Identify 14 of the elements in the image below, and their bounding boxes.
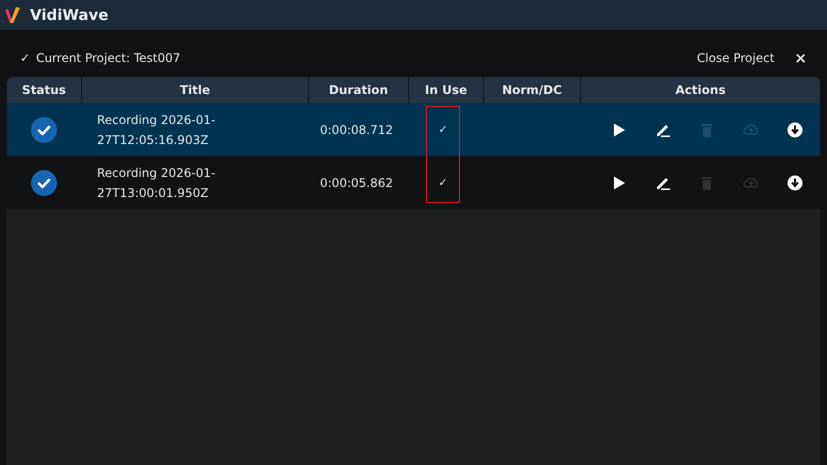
recording-title: Recording 2026-01- 27T13:00:01.950Z bbox=[97, 164, 216, 202]
app-title: VidiWave bbox=[30, 6, 108, 24]
close-project-button[interactable]: Close Project bbox=[692, 51, 778, 65]
table-row[interactable]: Recording 2026-01- 27T12:05:16.903Z 0:00:08.712 ✓ bbox=[7, 103, 820, 156]
table-row[interactable]: Recording 2026-01- 27T13:00:01.950Z 0:00:05.862 ✓ bbox=[7, 156, 820, 209]
duration-text: 0:00:08.712 bbox=[320, 122, 393, 136]
duration-text: 0:00:05.862 bbox=[320, 176, 393, 190]
logo-icon bbox=[4, 5, 22, 25]
column-header: Actions bbox=[674, 82, 727, 99]
check-mark: ✓ bbox=[438, 123, 448, 136]
check-mark: ✓ bbox=[438, 176, 448, 189]
project-label: Current Project: Test007 bbox=[36, 51, 180, 65]
recording-title: Recording 2026-01- 27T12:05:16.903Z bbox=[97, 112, 216, 148]
check-mark: ✓ bbox=[20, 51, 30, 65]
